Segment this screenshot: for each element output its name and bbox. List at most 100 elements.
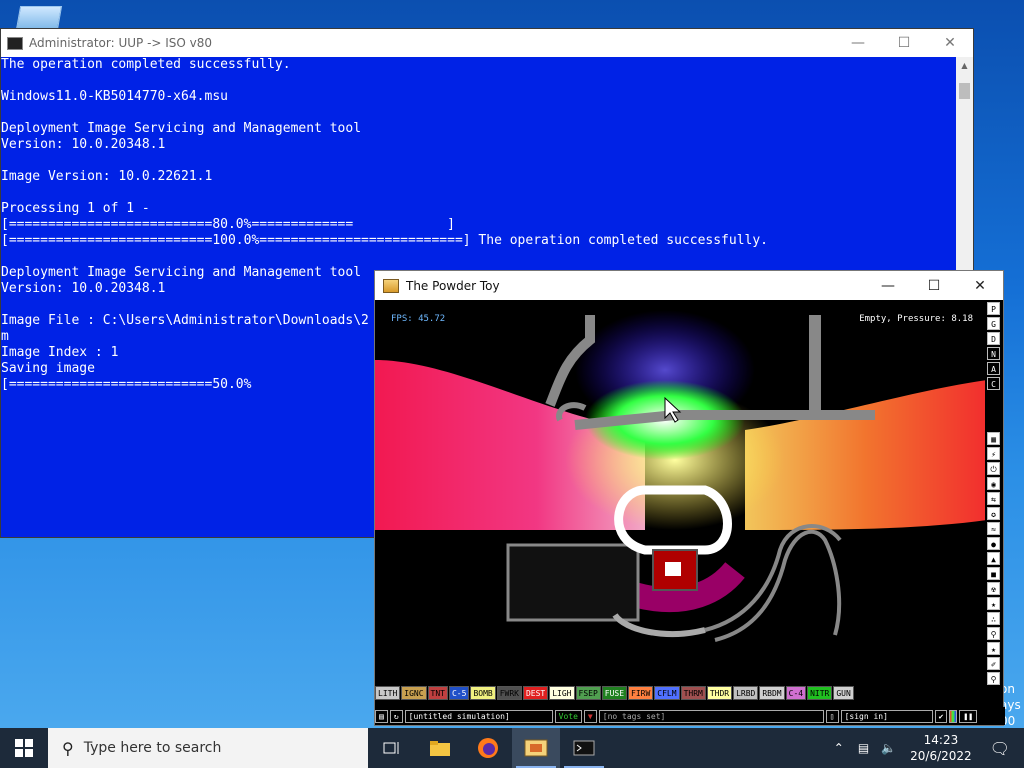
element-button[interactable]: LITH <box>375 686 401 700</box>
chevron-up-icon[interactable]: ⌃ <box>834 741 844 755</box>
explosives-category-icon[interactable]: ✪ <box>987 507 1000 520</box>
console-line: Deployment Image Servicing and Managemen… <box>1 121 362 136</box>
pause-icon[interactable]: ❚❚ <box>959 709 978 723</box>
side-menu-item[interactable]: C <box>987 377 1000 390</box>
element-button[interactable]: FUSE <box>601 686 628 700</box>
minimize-button[interactable]: — <box>865 272 911 300</box>
element-button[interactable]: LRBD <box>733 686 759 700</box>
settings-icon[interactable]: ✔ <box>934 709 948 723</box>
task-view-icon <box>383 742 399 754</box>
recycle-bin-icon[interactable] <box>15 6 63 30</box>
search-icon[interactable]: ⚲ <box>987 672 1000 685</box>
element-button[interactable]: FIRW <box>628 686 654 700</box>
element-button[interactable]: C-4 <box>785 686 807 700</box>
clock[interactable]: 14:23 20/6/2022 <box>910 732 972 764</box>
element-toolbar: LITH IGNC TNT C-5 BOMB FWRK DEST LIGH FSEP FUSE FI… <box>375 685 987 701</box>
network-icon[interactable]: ▤ <box>858 741 869 755</box>
special-category-icon[interactable]: ★ <box>987 597 1000 610</box>
element-button[interactable]: FWRK <box>496 686 522 700</box>
element-button[interactable]: BOMB <box>470 686 496 700</box>
clock-time: 14:23 <box>923 733 959 747</box>
vote-up-button[interactable]: Vote <box>554 709 582 723</box>
side-menu-item[interactable]: P <box>987 302 1000 315</box>
element-button[interactable]: NITR <box>807 686 833 700</box>
maximize-button[interactable]: ☐ <box>911 272 957 300</box>
close-button[interactable]: ✕ <box>957 272 1003 300</box>
element-button[interactable]: CFLM <box>654 686 680 700</box>
minimize-button[interactable]: — <box>835 29 881 57</box>
walls-category-icon[interactable]: ▦ <box>987 432 1000 445</box>
radioactive-category-icon[interactable]: ☢ <box>987 582 1000 595</box>
powder-toy-taskbar-button[interactable] <box>512 728 560 768</box>
firefox-button[interactable] <box>464 728 512 768</box>
close-button[interactable]: ✕ <box>927 29 973 57</box>
console-taskbar-button[interactable] <box>560 728 608 768</box>
notifications-icon[interactable]: 🗨 <box>990 739 1010 758</box>
reload-icon[interactable]: ↻ <box>389 709 403 723</box>
element-button[interactable]: TNT <box>427 686 448 700</box>
volume-muted-icon[interactable]: 🔈 <box>881 741 896 755</box>
console-line: Processing 1 of 1 - <box>1 201 150 216</box>
console-icon <box>573 740 595 756</box>
gases-category-icon[interactable]: ≈ <box>987 522 1000 535</box>
start-button[interactable] <box>0 728 48 768</box>
simulation-canvas[interactable]: FPS: 45.72 Empty, Pressure: 8.18 <box>375 300 987 685</box>
element-button[interactable]: THRM <box>680 686 706 700</box>
force-category-icon[interactable]: ⇆ <box>987 492 1000 505</box>
system-tray: ⌃ ▤ 🔈 14:23 20/6/2022 🗨 <box>826 728 1024 768</box>
tools-category-icon[interactable]: ⚲ <box>987 627 1000 640</box>
side-menu-item[interactable]: D <box>987 332 1000 345</box>
element-button[interactable]: FSEP <box>575 686 601 700</box>
side-menu-item[interactable]: N <box>987 347 1000 360</box>
console-app-icon <box>7 36 23 50</box>
solids-category-icon[interactable]: ■ <box>987 567 1000 580</box>
life-category-icon[interactable]: ∴ <box>987 612 1000 625</box>
vote-down-icon[interactable]: ▼ <box>583 709 597 723</box>
element-button[interactable]: THDR <box>706 686 733 700</box>
side-menu-item[interactable]: A <box>987 362 1000 375</box>
folder-icon <box>430 741 450 756</box>
element-button[interactable]: GUN <box>833 686 854 700</box>
task-view-button[interactable] <box>368 728 416 768</box>
display-mode-icon[interactable] <box>949 709 958 723</box>
scroll-up-icon[interactable]: ▲ <box>956 57 973 74</box>
tags-button[interactable]: [no tags set] <box>598 709 824 723</box>
decoration-category-icon[interactable]: ✐ <box>987 657 1000 670</box>
powder-toy-app-icon <box>383 278 399 293</box>
sign-in-button[interactable]: [sign in] <box>840 709 933 723</box>
element-button[interactable]: IGNC <box>401 686 427 700</box>
open-save-icon[interactable]: ▤ <box>375 709 388 723</box>
electronics-category-icon[interactable]: ⚡ <box>987 447 1000 460</box>
search-placeholder: Type here to search <box>83 740 222 756</box>
element-button[interactable]: C-5 <box>448 686 470 700</box>
search-box[interactable]: ⚲ Type here to search <box>48 728 368 768</box>
powder-toy-titlebar[interactable]: The Powder Toy — ☐ ✕ <box>375 271 1003 300</box>
firefox-icon <box>478 738 498 758</box>
file-explorer-button[interactable] <box>416 728 464 768</box>
simulation-name-button[interactable]: [untitled simulation] <box>404 709 553 723</box>
side-menu-item[interactable]: G <box>987 317 1000 330</box>
maximize-button[interactable]: ☐ <box>881 29 927 57</box>
element-button[interactable]: LIGH <box>549 686 575 700</box>
power-category-icon[interactable]: ⏻ <box>987 462 1000 475</box>
scroll-thumb[interactable] <box>959 83 970 99</box>
new-simulation-icon[interactable]: ▯ <box>825 709 839 723</box>
powder-toy-window[interactable]: The Powder Toy — ☐ ✕ FPS: 45.72 Empty, P… <box>374 270 1005 726</box>
element-button[interactable]: RBDM <box>759 686 785 700</box>
sensors-category-icon[interactable]: ◉ <box>987 477 1000 490</box>
liquids-category-icon[interactable]: ● <box>987 537 1000 550</box>
windows-logo-icon <box>15 739 33 757</box>
pressure-readout: Empty, Pressure: 8.18 <box>859 314 973 324</box>
console-line: Image Version: 10.0.22621.1 <box>1 169 213 184</box>
favorites-category-icon[interactable]: ★ <box>987 642 1000 655</box>
element-button[interactable]: DEST <box>522 686 549 700</box>
console-line: Windows11.0-KB5014770-x64.msu <box>1 89 228 104</box>
clock-date: 20/6/2022 <box>910 749 972 763</box>
powders-category-icon[interactable]: ▲ <box>987 552 1000 565</box>
console-titlebar[interactable]: Administrator: UUP -> ISO v80 — ☐ ✕ <box>1 29 973 57</box>
side-menu: P G D N A C ▦ ⚡ ⏻ ◉ ⇆ ✪ ≈ ● ▲ ■ ☢ ★ ∴ ⚲ … <box>985 300 1003 695</box>
console-line: The operation completed successfully. <box>1 57 291 72</box>
